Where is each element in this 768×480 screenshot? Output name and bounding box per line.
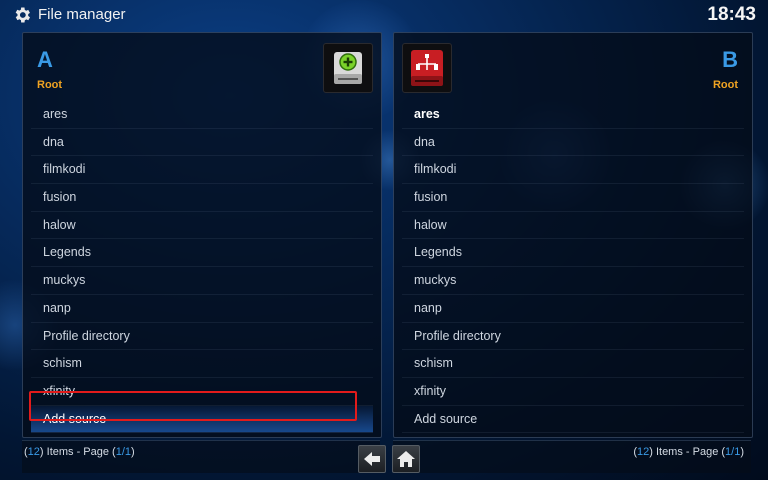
list-item[interactable]: nanp	[402, 295, 744, 323]
file-list: ares dna filmkodi fusion halow Legends muckys n…	[402, 101, 744, 434]
gear-icon	[15, 7, 31, 23]
list-item[interactable]: Legends	[31, 239, 373, 268]
list-item[interactable]: muckys	[402, 267, 744, 295]
list-item[interactable]: schism	[31, 350, 373, 378]
list-item[interactable]: schism	[402, 350, 744, 378]
list-item[interactable]: dna	[402, 129, 744, 157]
list-item[interactable]: muckys	[31, 267, 373, 295]
list-item[interactable]: xfinity	[402, 378, 744, 406]
file-list: ares dna filmkodi fusion halow Legends muckys n…	[31, 101, 373, 434]
panel-letter: B	[722, 47, 738, 72]
back-button[interactable]	[358, 445, 386, 473]
home-button[interactable]	[392, 445, 420, 473]
source-panel-b: B Root ares dna filmkodi fusion halow Legends…	[393, 32, 753, 438]
item-count: (12) Items - Page (1/1)	[633, 446, 744, 458]
list-item[interactable]: ares	[402, 101, 744, 129]
list-item[interactable]: halow	[31, 212, 373, 240]
arrow-left-icon	[364, 452, 380, 466]
clock: 18:43	[707, 4, 756, 25]
selection-highlight	[29, 391, 357, 421]
home-icon	[397, 451, 415, 467]
source-panel-a: A Root ares dna filmkodi fusion halow Legends…	[22, 32, 382, 438]
list-item[interactable]: halow	[402, 212, 744, 240]
drive-add-icon[interactable]	[323, 43, 373, 93]
network-drive-icon[interactable]	[402, 43, 452, 93]
list-item[interactable]: nanp	[31, 295, 373, 323]
panel-path: Root	[37, 79, 63, 91]
list-item[interactable]: filmkodi	[31, 156, 373, 185]
panel-letter: A	[37, 47, 53, 72]
list-item[interactable]: ares	[31, 101, 373, 129]
list-item[interactable]: Profile directory	[31, 323, 373, 351]
list-item[interactable]: Add source	[402, 406, 744, 434]
window-title: File manager	[38, 6, 126, 23]
list-item[interactable]: fusion	[31, 184, 373, 212]
list-item[interactable]: dna	[31, 129, 373, 157]
list-item[interactable]: Profile directory	[402, 323, 744, 351]
item-count: (12) Items - Page (1/1)	[24, 446, 135, 458]
panel-path: Root	[712, 79, 738, 91]
list-item[interactable]: filmkodi	[402, 156, 744, 185]
list-item[interactable]: fusion	[402, 184, 744, 212]
header: File manager 18:43	[0, 0, 768, 30]
list-item[interactable]: Legends	[402, 239, 744, 268]
